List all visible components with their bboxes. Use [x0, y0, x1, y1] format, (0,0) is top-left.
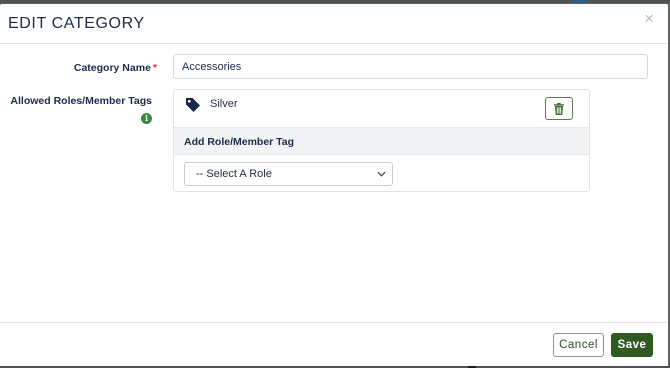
roles-panel: Silver Add Role/Member Tag -- Select A R… — [173, 89, 590, 192]
delete-role-button[interactable] — [545, 97, 573, 120]
close-icon[interactable]: × — [644, 10, 654, 28]
info-icon[interactable]: i — [141, 113, 152, 124]
allowed-roles-label: Allowed Roles/Member Tags — [10, 95, 152, 107]
cancel-button[interactable]: Cancel — [553, 333, 604, 357]
edit-category-modal: EDIT CATEGORY × Category Name* Allowed R… — [0, 4, 668, 366]
required-asterisk: * — [152, 62, 157, 74]
modal-footer: Cancel Save — [0, 322, 668, 366]
chevron-down-icon — [377, 171, 386, 177]
category-name-label: Category Name * — [74, 62, 157, 74]
category-name-input[interactable] — [173, 54, 648, 79]
add-role-section-header: Add Role/Member Tag — [174, 127, 589, 155]
backdrop-top-strip — [0, 0, 670, 3]
modal-title: EDIT CATEGORY — [8, 15, 145, 32]
trash-icon — [554, 103, 564, 115]
role-select-value: -- Select A Role — [196, 168, 272, 180]
category-name-label-text: Category Name — [73, 62, 151, 74]
role-select[interactable]: -- Select A Role — [184, 162, 393, 186]
tag-icon — [186, 98, 200, 112]
add-role-title: Add Role/Member Tag — [184, 136, 295, 148]
save-button[interactable]: Save — [611, 333, 653, 357]
role-item: Silver — [174, 90, 589, 127]
role-item-label: Silver — [210, 98, 238, 110]
backdrop-indicator — [571, 0, 587, 3]
modal-header: EDIT CATEGORY × — [0, 4, 668, 44]
